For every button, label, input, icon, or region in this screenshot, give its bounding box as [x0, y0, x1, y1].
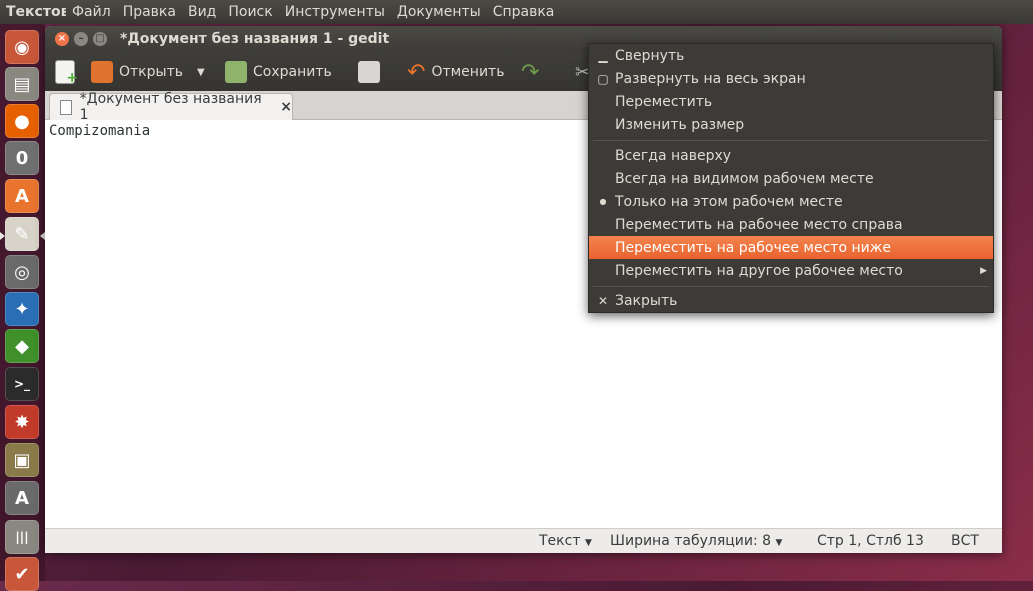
language-label: Текст — [539, 533, 581, 549]
open-label: Открыть — [119, 64, 183, 80]
tab-close-icon[interactable]: × — [280, 99, 292, 115]
open-dropdown-button[interactable]: ▼ — [197, 53, 205, 91]
undo-label: Отменить — [431, 64, 505, 80]
text-editor-icon[interactable]: ✎ — [5, 217, 39, 251]
running-indicator-icon — [0, 232, 5, 240]
menu-documents[interactable]: Документы — [391, 4, 487, 20]
menu-item-label: Переместить на рабочее место справа — [615, 216, 903, 233]
document-icon — [60, 99, 72, 115]
menu-item-always-on-top[interactable]: Всегда наверху — [589, 144, 993, 167]
menu-item-label: Переместить на другое рабочее место — [615, 262, 903, 279]
maximize-icon[interactable]: □ — [93, 32, 107, 46]
menu-help[interactable]: Справка — [487, 4, 561, 20]
green-app-icon[interactable]: ◆ — [5, 329, 39, 363]
chevron-down-icon: ▼ — [197, 66, 205, 78]
tab-width-selector[interactable]: Ширина табуляции: 8 ▼ — [610, 533, 782, 549]
menu-item-close[interactable]: ✕ Закрыть — [589, 289, 993, 312]
insert-mode: ВСТ — [951, 533, 979, 549]
menu-item-move[interactable]: Переместить — [589, 90, 993, 113]
terminal-icon[interactable]: >_ — [5, 367, 39, 401]
chevron-down-icon: ▼ — [584, 538, 592, 548]
menu-separator — [593, 286, 989, 287]
menu-item-label: Свернуть — [615, 47, 685, 64]
blue-app-icon[interactable]: ✦ — [5, 292, 39, 326]
undo-button[interactable]: ↶ Отменить — [407, 53, 504, 91]
print-button[interactable] — [358, 53, 386, 91]
menu-item-move-workspace-right[interactable]: Переместить на рабочее место справа — [589, 213, 993, 236]
update-icon[interactable]: A — [5, 481, 39, 515]
menu-view[interactable]: Вид — [182, 4, 222, 20]
save-label: Сохранить — [253, 64, 332, 80]
tab-label: *Документ без названия 1 — [79, 91, 262, 123]
menu-item-move-other-workspace[interactable]: Переместить на другое рабочее место ▶ — [589, 259, 993, 282]
software-center-icon[interactable]: A — [5, 179, 39, 213]
maximize-icon: ▢ — [597, 71, 609, 86]
menu-item-label: Только на этом рабочем месте — [615, 193, 843, 210]
menu-item-label: Всегда на видимом рабочем месте — [615, 170, 874, 187]
menu-separator — [593, 140, 989, 141]
menu-item-label: Развернуть на весь экран — [615, 70, 806, 87]
menu-item-label: Закрыть — [615, 292, 678, 309]
menu-item-move-workspace-down[interactable]: Переместить на рабочее место ниже — [589, 236, 993, 259]
close-icon: ✕ — [597, 293, 609, 308]
open-folder-icon — [91, 61, 113, 83]
check-icon[interactable]: ✔ — [5, 557, 39, 591]
menu-item-only-this-workspace[interactable]: ● Только на этом рабочем месте — [589, 190, 993, 213]
menu-search[interactable]: Поиск — [222, 4, 278, 20]
redo-button[interactable]: ↷ — [521, 53, 539, 91]
menu-item-label: Всегда наверху — [615, 147, 732, 164]
menu-edit[interactable]: Правка — [117, 4, 182, 20]
window-title: *Документ без названия 1 - gedit — [120, 31, 390, 47]
launcher: ◉ ▤ ● 0 A ✎ ◎ ✦ ◆ >_ ✸ ▣ A ||| ✔ — [0, 24, 45, 591]
menu-item-maximize[interactable]: ▢ Развернуть на весь экран — [589, 67, 993, 90]
minimize-icon: ▁ — [598, 48, 608, 63]
menu-item-resize[interactable]: Изменить размер — [589, 113, 993, 136]
new-document-button[interactable]: + — [55, 53, 81, 91]
editor-text: Compizomania — [49, 123, 151, 139]
cursor-position: Стр 1, Стлб 13 — [817, 533, 924, 549]
minimize-icon[interactable]: – — [74, 32, 88, 46]
ubuntu-dash-icon[interactable]: ◉ — [5, 30, 39, 64]
chevron-down-icon: ▼ — [775, 538, 783, 548]
menu-file[interactable]: Файл — [66, 4, 117, 20]
archive-icon[interactable]: ▣ — [5, 443, 39, 477]
language-selector[interactable]: Текст ▼ — [539, 533, 592, 549]
undo-arrow-icon: ↶ — [407, 59, 426, 85]
menu-item-label: Переместить на рабочее место ниже — [615, 239, 891, 256]
mixer-icon[interactable]: ||| — [5, 520, 39, 554]
save-button[interactable]: Сохранить — [225, 53, 332, 91]
save-icon — [225, 61, 247, 83]
close-icon[interactable]: × — [55, 32, 69, 46]
tab-width-label: Ширина табуляции: 8 — [610, 533, 772, 549]
menu-item-minimize[interactable]: ▁ Свернуть — [589, 44, 993, 67]
open-button[interactable]: Открыть — [91, 53, 183, 91]
chevron-right-icon: ▶ — [980, 265, 987, 276]
camera-icon[interactable]: ◎ — [5, 255, 39, 289]
message-icon[interactable]: 0 — [5, 141, 39, 175]
redo-arrow-icon: ↷ — [521, 59, 540, 85]
window-context-menu: ▁ Свернуть ▢ Развернуть на весь экран Пере… — [588, 43, 994, 313]
app-name: Текстов — [6, 4, 66, 20]
menu-tools[interactable]: Инструменты — [279, 4, 391, 20]
status-bar: Текст ▼ Ширина табуляции: 8 ▼ Стр 1, Стл… — [45, 528, 1002, 553]
firefox-icon[interactable]: ● — [5, 104, 39, 138]
print-icon — [358, 61, 380, 83]
menu-item-always-visible-workspace[interactable]: Всегда на видимом рабочем месте — [589, 167, 993, 190]
settings-icon[interactable]: ✸ — [5, 405, 39, 439]
menu-item-label: Переместить — [615, 93, 713, 110]
top-panel: Текстов Файл Правка Вид Поиск Инструмент… — [0, 0, 1033, 24]
document-tab[interactable]: *Документ без названия 1 × — [49, 91, 293, 123]
files-icon[interactable]: ▤ — [5, 67, 39, 101]
new-document-icon: + — [55, 60, 78, 86]
radio-dot-icon: ● — [599, 197, 607, 206]
menu-item-label: Изменить размер — [615, 116, 745, 133]
